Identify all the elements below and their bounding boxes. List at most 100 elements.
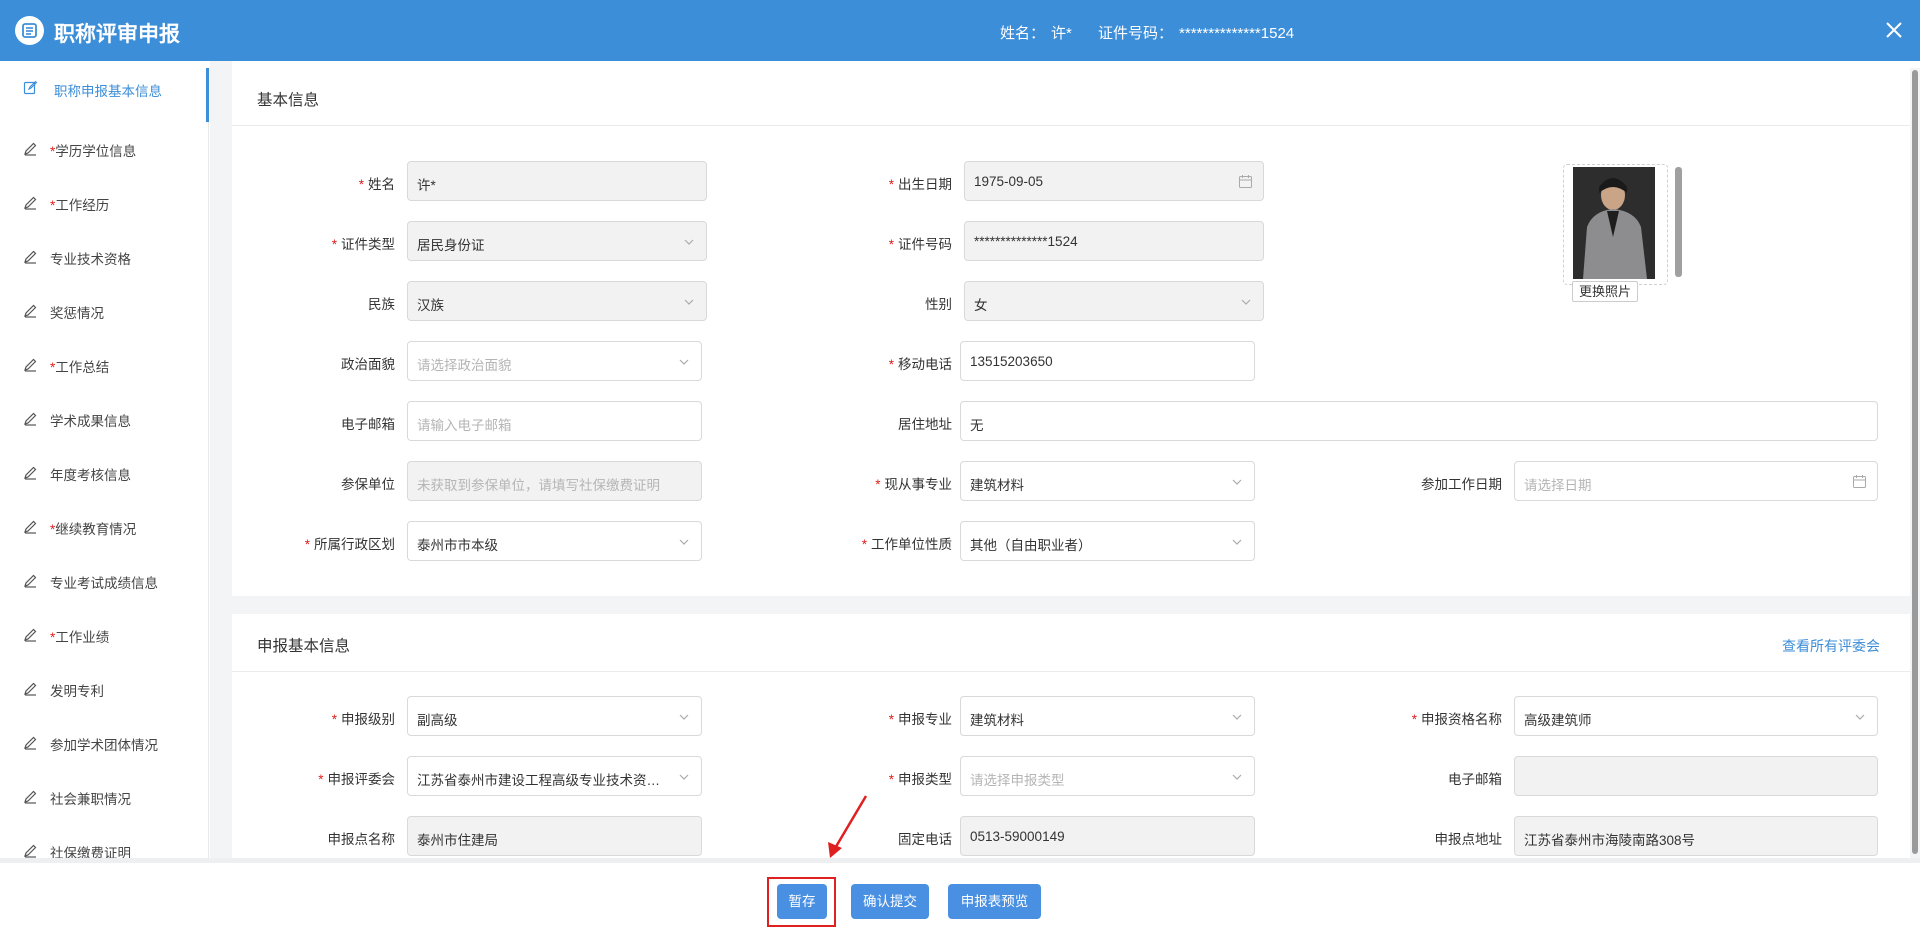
pencil-icon <box>23 843 38 858</box>
name-label: * 姓名 <box>358 177 395 192</box>
birth-label: * 出生日期 <box>888 177 952 192</box>
content-gutter <box>210 61 232 858</box>
apply-type-select[interactable]: 请选择申报类型 <box>960 756 1255 796</box>
sidebar-item[interactable]: *继续教育情况 <box>0 500 209 554</box>
sidebar-item-label: 发明专利 <box>50 684 104 699</box>
chevron-down-icon <box>684 239 694 245</box>
pencil-icon <box>23 303 38 318</box>
section-title: 基本信息 <box>257 92 320 109</box>
gender-select[interactable]: 女 <box>964 281 1264 321</box>
name-field[interactable]: 许* <box>407 161 707 201</box>
view-committees-link[interactable]: 查看所有评委会 <box>1782 636 1880 656</box>
id-label: 证件号码： <box>1098 25 1174 42</box>
sidebar-nav: 职称申报基本信息 *学历学位信息 *工作经历专业技术资格 奖惩情况 *工作总结学术成果信… <box>0 68 209 861</box>
pencil-icon <box>23 735 38 750</box>
sidebar-item-label: 专业技术资格 <box>50 252 131 267</box>
sidebar-item[interactable]: 专业考试成绩信息 <box>0 554 209 608</box>
email-label: 电子邮箱 <box>341 417 395 432</box>
main-scrollbar-thumb[interactable] <box>1912 70 1918 854</box>
pencil-icon <box>23 519 38 534</box>
work-start-label: 参加工作日期 <box>1421 477 1502 492</box>
ethnic-label: 民族 <box>368 297 395 312</box>
sidebar-item[interactable]: 参加学术团体情况 <box>0 716 209 770</box>
unit-nature-select[interactable]: 其他（自由职业者） <box>960 521 1255 561</box>
mobile-input[interactable]: 13515203650 <box>960 341 1255 381</box>
chevron-down-icon <box>1232 714 1242 720</box>
sidebar-item-label: 奖惩情况 <box>50 306 104 321</box>
birth-date-field[interactable]: 1975-09-05 <box>964 161 1264 201</box>
region-select[interactable]: 泰州市市本级 <box>407 521 702 561</box>
id-type-select[interactable]: 居民身份证 <box>407 221 707 261</box>
pencil-icon <box>23 195 38 210</box>
insured-unit-label: 参保单位 <box>341 477 395 492</box>
applicant-info: 姓名： 许* 证件号码： **************1524 <box>1000 22 1300 43</box>
region-label: * 所属行政区划 <box>304 537 395 552</box>
major-label: * 现从事专业 <box>875 477 952 492</box>
pencil-icon <box>23 249 38 264</box>
id-value: **************1524 <box>1179 25 1295 42</box>
point-addr-field[interactable]: 江苏省泰州市海陵南路308号 <box>1514 816 1878 856</box>
apply-email-field[interactable] <box>1514 756 1878 796</box>
sidebar-item[interactable]: 学术成果信息 <box>0 392 209 446</box>
ethnic-select[interactable]: 汉族 <box>407 281 707 321</box>
change-photo-button[interactable]: 更换照片 <box>1572 281 1639 302</box>
level-select[interactable]: 副高级 <box>407 696 702 736</box>
unit-nature-label: * 工作单位性质 <box>861 537 952 552</box>
pencil-icon <box>23 465 38 480</box>
sidebar-item[interactable]: *工作业绩 <box>0 608 209 662</box>
qual-name-select[interactable]: 高级建筑师 <box>1514 696 1878 736</box>
sidebar-item-label: 学术成果信息 <box>50 414 131 429</box>
save-draft-button[interactable]: 暂存 <box>777 884 827 919</box>
sidebar-item[interactable]: *工作总结 <box>0 338 209 392</box>
close-icon[interactable] <box>1882 18 1906 42</box>
sidebar-item-label: *工作总结 <box>50 360 110 375</box>
work-start-date[interactable]: 请选择日期 <box>1514 461 1878 501</box>
sidebar-item-label: *学历学位信息 <box>50 144 137 159</box>
pencil-icon <box>23 627 38 642</box>
apply-info-header: 申报基本信息 查看所有评委会 <box>232 614 1910 672</box>
address-input[interactable]: 无 <box>960 401 1878 441</box>
sidebar-item[interactable]: 社会兼职情况 <box>0 770 209 824</box>
sidebar-item-label: 职称申报基本信息 <box>54 84 162 99</box>
preview-button[interactable]: 申报表预览 <box>948 884 1041 919</box>
major-select[interactable]: 建筑材料 <box>960 461 1255 501</box>
email-input[interactable]: 请输入电子邮箱 <box>407 401 702 441</box>
chevron-down-icon <box>679 539 689 545</box>
submit-button[interactable]: 确认提交 <box>851 884 929 919</box>
political-select[interactable]: 请选择政治面貌 <box>407 341 702 381</box>
sidebar-item[interactable]: 职称申报基本信息 <box>0 68 209 122</box>
committee-select[interactable]: 江苏省泰州市建设工程高级专业技术资格（副高）评审委员会 <box>407 756 702 796</box>
sidebar-item[interactable]: 奖惩情况 <box>0 284 209 338</box>
calendar-icon <box>1239 175 1252 188</box>
sidebar-item[interactable]: 年度考核信息 <box>0 446 209 500</box>
chevron-down-icon <box>679 714 689 720</box>
chevron-down-icon <box>679 774 689 780</box>
sidebar-item-label: 年度考核信息 <box>50 468 131 483</box>
sidebar-item[interactable]: *学历学位信息 <box>0 122 209 176</box>
photo-scrollbar[interactable] <box>1675 167 1682 277</box>
chevron-down-icon <box>679 359 689 365</box>
form-main: 基本信息 * 姓名 许* * 出生日期 1975-09-05 * 证件类型 居民身份证… <box>232 68 1910 858</box>
sidebar-item[interactable]: 专业技术资格 <box>0 230 209 284</box>
pencil-icon <box>23 411 38 426</box>
pencil-icon <box>23 789 38 804</box>
id-no-label: * 证件号码 <box>888 237 952 252</box>
point-name-field[interactable]: 泰州市住建局 <box>407 816 702 856</box>
point-name-label: 申报点名称 <box>327 832 396 847</box>
id-number-field[interactable]: **************1524 <box>964 221 1264 261</box>
chevron-down-icon <box>1855 714 1865 720</box>
sidebar-item[interactable]: 发明专利 <box>0 662 209 716</box>
insured-unit-field[interactable]: 未获取到参保单位，请填写社保缴费证明 <box>407 461 702 501</box>
pencil-icon <box>23 573 38 588</box>
chevron-down-icon <box>1241 299 1251 305</box>
name-label: 姓名： <box>1000 25 1046 42</box>
form-list-icon <box>15 16 44 45</box>
phone-field[interactable]: 0513-59000149 <box>960 816 1255 856</box>
sidebar-item-label: 参加学术团体情况 <box>50 738 158 753</box>
apply-major-select[interactable]: 建筑材料 <box>960 696 1255 736</box>
app-title: 职称评审申报 <box>54 23 180 46</box>
name-value: 许* <box>1051 25 1072 42</box>
sidebar-item-label: *继续教育情况 <box>50 522 137 537</box>
chevron-down-icon <box>684 299 694 305</box>
sidebar-item[interactable]: *工作经历 <box>0 176 209 230</box>
